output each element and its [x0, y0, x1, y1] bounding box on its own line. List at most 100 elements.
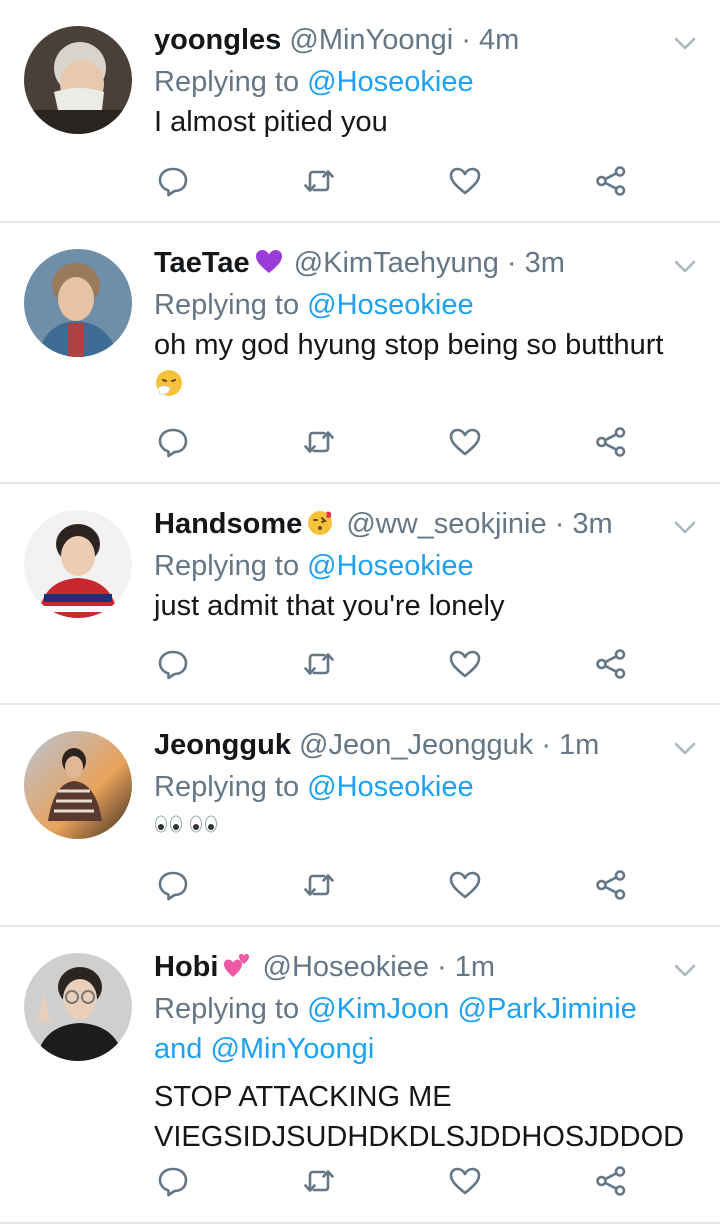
timestamp[interactable]: · 4m	[461, 24, 519, 56]
user-handle[interactable]: @MinYoongi	[289, 24, 453, 56]
share-icon	[594, 868, 628, 902]
tweet-content: yoongles @MinYoongi · 4m Replying to @Ho…	[154, 18, 700, 142]
timestamp[interactable]: · 1m	[437, 951, 495, 983]
tweet-feed: yoongles @MinYoongi · 4m Replying to @Ho…	[0, 0, 720, 1224]
tweet-content: TaeTae @KimTaehyung · 3m Replying to @Ho…	[154, 241, 700, 405]
reply-button[interactable]	[154, 866, 192, 904]
user-handle[interactable]: @Jeon_Jeongguk	[299, 729, 533, 761]
tweet-header: Hobi @Hoseokiee · 1m	[154, 945, 700, 989]
share-button[interactable]	[592, 645, 630, 683]
tweet[interactable]: TaeTae @KimTaehyung · 3m Replying to @Ho…	[0, 223, 720, 484]
like-button[interactable]	[446, 423, 484, 461]
avatar[interactable]	[24, 26, 132, 134]
user-handle[interactable]: @KimTaehyung	[294, 247, 499, 279]
avatar[interactable]	[24, 731, 132, 839]
tweet[interactable]: Jeongguk @Jeon_Jeongguk · 1m Replying to…	[0, 705, 720, 927]
chevron-down-icon[interactable]	[672, 253, 698, 279]
retweet-icon	[302, 425, 336, 459]
retweet-button[interactable]	[300, 1162, 338, 1200]
timestamp[interactable]: · 3m	[507, 247, 565, 279]
reply-icon	[156, 425, 190, 459]
tweet-actions	[154, 645, 630, 685]
tweet-header: yoongles @MinYoongi · 4m	[154, 18, 700, 62]
sneezing-face-emoji	[156, 370, 182, 396]
chevron-down-icon[interactable]	[672, 30, 698, 56]
retweet-button[interactable]	[300, 866, 338, 904]
reply-context: Replying to @Hoseokiee	[154, 546, 700, 586]
reply-button[interactable]	[154, 645, 192, 683]
tweet-actions	[154, 162, 630, 202]
chevron-down-icon[interactable]	[672, 957, 698, 983]
tweet-text-line: VIEGSIDJSUDHDKDLSJDDHOSJDDOD	[154, 1121, 685, 1153]
retweet-button[interactable]	[300, 162, 338, 200]
user-handle[interactable]: @Hoseokiee	[263, 951, 429, 983]
chevron-down-icon[interactable]	[672, 735, 698, 761]
mention-link[interactable]: @ParkJiminie	[458, 993, 637, 1025]
share-icon	[594, 425, 628, 459]
display-name[interactable]: yoongles	[154, 24, 281, 56]
share-button[interactable]	[592, 162, 630, 200]
retweet-button[interactable]	[300, 645, 338, 683]
retweet-icon	[302, 868, 336, 902]
retweet-icon	[302, 1164, 336, 1198]
mention-link[interactable]: @KimJoon	[307, 993, 449, 1025]
like-button[interactable]	[446, 162, 484, 200]
timestamp[interactable]: · 1m	[541, 729, 599, 761]
timestamp[interactable]: · 3m	[555, 508, 613, 540]
tweet-content: Jeongguk @Jeon_Jeongguk · 1m Replying to…	[154, 723, 700, 850]
reply-icon	[156, 647, 190, 681]
mention-link[interactable]: @Hoseokiee	[307, 550, 473, 582]
reply-context: Replying to @Hoseokiee	[154, 285, 700, 325]
reply-prefix: Replying to	[154, 993, 300, 1025]
share-button[interactable]	[592, 1162, 630, 1200]
tweet-header: Jeongguk @Jeon_Jeongguk · 1m	[154, 723, 700, 767]
reply-button[interactable]	[154, 162, 192, 200]
eyes-emoji	[155, 815, 217, 833]
tweet-emoji-line	[154, 807, 700, 850]
tweet-text: just admit that you're lonely	[154, 590, 505, 622]
tweet-content: Hobi @Hoseokiee · 1m Replying to @KimJoo…	[154, 945, 700, 1157]
like-button[interactable]	[446, 645, 484, 683]
chevron-down-icon[interactable]	[672, 514, 698, 540]
tweet-header: TaeTae @KimTaehyung · 3m	[154, 241, 700, 285]
mention-link[interactable]: @Hoseokiee	[307, 289, 473, 321]
reply-prefix: Replying to	[154, 550, 300, 582]
like-button[interactable]	[446, 1162, 484, 1200]
tweet[interactable]: yoongles @MinYoongi · 4m Replying to @Ho…	[0, 0, 720, 223]
display-name[interactable]: TaeTae	[154, 247, 250, 279]
user-handle[interactable]: @ww_seokjinie	[346, 508, 546, 540]
like-button[interactable]	[446, 866, 484, 904]
avatar[interactable]	[24, 953, 132, 1061]
tweet-actions	[154, 866, 630, 906]
mention-joiner: and	[154, 1033, 203, 1065]
reply-context: Replying to @KimJoon @ParkJiminie and @M…	[154, 989, 700, 1069]
tweet-content: Handsome @ww_seokjinie · 3m Replying to …	[154, 502, 700, 626]
display-name[interactable]: Hobi	[154, 951, 218, 983]
display-name[interactable]: Jeongguk	[154, 729, 291, 761]
tweet-text-line: STOP ATTACKING ME	[154, 1081, 452, 1113]
retweet-icon	[302, 647, 336, 681]
purple-heart-emoji	[255, 250, 282, 273]
retweet-icon	[302, 164, 336, 198]
share-button[interactable]	[592, 423, 630, 461]
mention-link[interactable]: @Hoseokiee	[307, 771, 473, 803]
tweet-actions	[154, 423, 630, 463]
tweet[interactable]: Handsome @ww_seokjinie · 3m Replying to …	[0, 484, 720, 705]
display-name[interactable]: Handsome	[154, 508, 302, 540]
reply-prefix: Replying to	[154, 771, 300, 803]
reply-button[interactable]	[154, 423, 192, 461]
mention-link[interactable]: @Hoseokiee	[307, 66, 473, 98]
avatar[interactable]	[24, 249, 132, 357]
tweet-text: STOP ATTACKING ME VIEGSIDJSUDHDKDLSJDDHO…	[154, 1077, 700, 1157]
two-hearts-emoji	[224, 954, 250, 977]
reply-prefix: Replying to	[154, 289, 300, 321]
reply-context: Replying to @Hoseokiee	[154, 767, 700, 807]
mention-link[interactable]: @MinYoongi	[210, 1033, 374, 1065]
heart-icon	[448, 647, 482, 681]
heart-icon	[448, 868, 482, 902]
tweet[interactable]: Hobi @Hoseokiee · 1m Replying to @KimJoo…	[0, 927, 720, 1224]
share-button[interactable]	[592, 866, 630, 904]
avatar[interactable]	[24, 510, 132, 618]
retweet-button[interactable]	[300, 423, 338, 461]
reply-button[interactable]	[154, 1162, 192, 1200]
